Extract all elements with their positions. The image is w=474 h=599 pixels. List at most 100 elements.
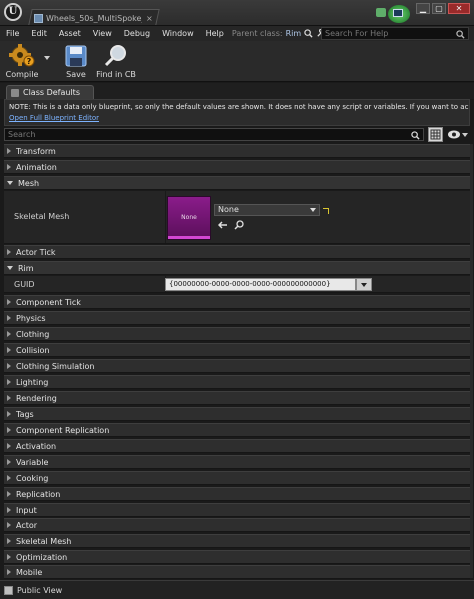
open-full-editor-link[interactable]: Open Full Blueprint Editor xyxy=(9,114,465,122)
menu-asset[interactable]: Asset xyxy=(53,29,87,38)
category-clothing[interactable]: Clothing xyxy=(4,327,470,341)
category-label: Replication xyxy=(16,489,61,499)
find-in-cb-label: Find in CB xyxy=(96,70,136,79)
save-icon xyxy=(65,45,87,67)
reset-to-default-icon[interactable] xyxy=(323,208,329,214)
category-label: Clothing xyxy=(16,329,50,339)
menu-file[interactable]: File xyxy=(0,29,25,38)
panel-tab-row: Class Defaults xyxy=(0,83,474,99)
minimize-button[interactable]: ▁ xyxy=(416,3,430,14)
tab-close-icon[interactable]: × xyxy=(146,14,153,23)
compile-button[interactable]: ? Compile xyxy=(2,43,42,81)
expand-arrow-icon xyxy=(7,507,11,513)
document-tab-label: Wheels_50s_MultiSpoke_0 xyxy=(46,13,142,23)
details-search-placeholder: Search xyxy=(8,130,36,139)
category-actor[interactable]: Actor xyxy=(4,518,470,532)
menu-debug[interactable]: Debug xyxy=(118,29,156,38)
close-button[interactable]: ✕ xyxy=(448,3,470,14)
save-button[interactable]: Save xyxy=(62,43,90,81)
expand-arrow-icon xyxy=(7,249,11,255)
expand-arrow-icon xyxy=(7,491,11,497)
menu-help[interactable]: Help xyxy=(200,29,230,38)
category-physics[interactable]: Physics xyxy=(4,311,470,325)
guid-value-field[interactable]: {00000000-0000-0000-0000-000000000000} xyxy=(165,278,356,291)
details-scrollbar[interactable] xyxy=(470,144,473,578)
expand-arrow-icon xyxy=(7,569,11,575)
skeletal-mesh-label: Skeletal Mesh xyxy=(14,212,70,221)
category-label: Cooking xyxy=(16,473,49,483)
public-view-label: Public View xyxy=(17,585,63,595)
category-variable[interactable]: Variable xyxy=(4,455,470,469)
category-collision[interactable]: Collision xyxy=(4,343,470,357)
guid-dropdown-button[interactable] xyxy=(356,278,372,291)
category-component-tick[interactable]: Component Tick xyxy=(4,295,470,309)
compile-options-arrow[interactable] xyxy=(44,56,50,60)
category-lighting[interactable]: Lighting xyxy=(4,375,470,389)
category-animation[interactable]: Animation xyxy=(4,160,470,174)
category-label: Animation xyxy=(16,162,57,172)
category-transform[interactable]: Transform xyxy=(4,144,470,158)
expand-arrow-icon xyxy=(7,522,11,528)
menu-window[interactable]: Window xyxy=(156,29,200,38)
category-clothing-simulation[interactable]: Clothing Simulation xyxy=(4,359,470,373)
unreal-logo-icon: U xyxy=(4,3,22,21)
category-rim[interactable]: Rim xyxy=(4,261,470,275)
category-label: Clothing Simulation xyxy=(16,361,95,371)
skeletal-mesh-combo[interactable]: None xyxy=(214,204,320,216)
maximize-button[interactable]: ▢ xyxy=(432,3,446,14)
category-tags[interactable]: Tags xyxy=(4,407,470,421)
category-optimization[interactable]: Optimization xyxy=(4,550,470,564)
compile-label: Compile xyxy=(5,70,39,79)
category-label: Activation xyxy=(16,441,57,451)
category-label: Component Replication xyxy=(16,425,110,435)
public-view-checkbox[interactable] xyxy=(4,585,13,595)
category-label: Mobile xyxy=(16,567,43,577)
browse-search-icon[interactable] xyxy=(234,220,244,230)
category-rendering[interactable]: Rendering xyxy=(4,391,470,405)
property-matrix-button[interactable] xyxy=(428,127,443,142)
category-skeletal-mesh[interactable]: Skeletal Mesh xyxy=(4,534,470,548)
note-text: NOTE: This is a data only blueprint, so … xyxy=(9,103,469,111)
parent-class-link[interactable]: Rim xyxy=(286,29,302,38)
collapse-arrow-icon xyxy=(7,266,13,270)
thumbnail-label: None xyxy=(181,214,197,221)
expand-arrow-icon xyxy=(7,538,11,544)
expand-arrow-icon xyxy=(7,299,11,305)
thumbnail-asset-color-bar xyxy=(168,236,210,239)
class-defaults-icon xyxy=(11,88,19,97)
category-activation[interactable]: Activation xyxy=(4,439,470,453)
category-input[interactable]: Input xyxy=(4,503,470,517)
search-icon xyxy=(411,131,420,140)
svg-text:?: ? xyxy=(27,57,32,66)
use-selected-arrow-icon[interactable] xyxy=(218,220,228,230)
tab-class-defaults[interactable]: Class Defaults xyxy=(6,85,94,99)
guid-value: {00000000-0000-0000-0000-000000000000} xyxy=(169,280,331,288)
help-search-input[interactable]: Search For Help xyxy=(321,27,469,40)
column-divider[interactable] xyxy=(165,191,166,243)
find-in-cb-button[interactable]: Find in CB xyxy=(94,43,138,81)
mesh-thumbnail[interactable]: None xyxy=(167,196,211,240)
category-component-replication[interactable]: Component Replication xyxy=(4,423,470,437)
category-label: Actor xyxy=(16,520,38,530)
category-mesh[interactable]: Mesh xyxy=(4,176,470,190)
view-options-eye-icon[interactable] xyxy=(447,129,469,140)
chevron-down-icon xyxy=(361,283,367,287)
expand-arrow-icon xyxy=(7,554,11,560)
category-cooking[interactable]: Cooking xyxy=(4,471,470,485)
flag-icon[interactable] xyxy=(393,9,403,17)
expand-arrow-icon xyxy=(7,459,11,465)
category-label: Physics xyxy=(16,313,46,323)
chat-icon[interactable] xyxy=(376,8,386,17)
help-search-placeholder: Search For Help xyxy=(325,29,389,38)
document-tab[interactable]: Wheels_50s_MultiSpoke_0 × xyxy=(34,11,156,25)
category-mobile[interactable]: Mobile xyxy=(4,565,470,579)
menu-view[interactable]: View xyxy=(87,29,118,38)
menu-edit[interactable]: Edit xyxy=(25,29,53,38)
category-label: Collision xyxy=(16,345,50,355)
category-actor-tick[interactable]: Actor Tick xyxy=(4,245,470,259)
category-replication[interactable]: Replication xyxy=(4,487,470,501)
tab-class-defaults-label: Class Defaults xyxy=(23,88,80,97)
details-search-input[interactable]: Search xyxy=(4,128,424,141)
data-only-note: NOTE: This is a data only blueprint, so … xyxy=(4,99,470,126)
browse-search-icon[interactable] xyxy=(304,29,313,38)
